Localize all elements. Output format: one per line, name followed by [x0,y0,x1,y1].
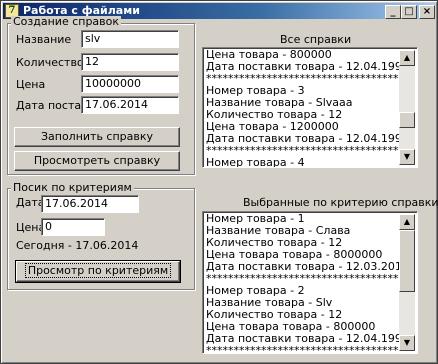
list-item[interactable]: ************************************** [206,73,399,85]
list-item[interactable]: Номер товара - 1 [206,213,399,225]
fill-reference-button[interactable]: Заполнить справку [14,127,180,147]
list-item[interactable]: Цена товара товара - 800000 [206,321,399,333]
all-references-list[interactable]: Цена товара - 800000 Дата поставки товара… [202,47,418,168]
list-item[interactable]: Номер товара - 4 [206,157,399,167]
list-item[interactable]: Цена товара - 1200000 [206,121,399,133]
list-item[interactable]: ************************************** [206,273,399,285]
close-button[interactable]: × [419,5,435,19]
search-date-field[interactable]: 17.06.2014 [41,195,139,213]
scroll-up-icon[interactable]: ▲ [399,50,415,66]
filtered-references-list[interactable]: Номер товара - 1 Название товара - Слава К… [202,211,418,354]
view-reference-button[interactable]: Просмотреть справку [14,151,180,171]
name-label: Название [16,33,72,46]
list-item[interactable]: Номер товара - 3 [206,85,399,97]
list-item[interactable]: Количество товара - 12 [206,237,399,249]
search-price-field[interactable]: 0 [41,218,105,236]
list-item[interactable]: Количество товара - 12 [206,109,399,121]
name-field[interactable]: slv [81,30,179,48]
quantity-label: Количество [16,56,84,69]
price-field[interactable]: 10000000 [81,75,179,93]
all-references-title: Все справки [280,33,352,46]
list-item[interactable]: Название товара - Slvaaa [206,97,399,109]
supply-date-field[interactable]: 17.06.2014 [81,96,179,114]
filtered-references-title: Выбранные по критерию справки [243,196,438,209]
search-by-criteria-button[interactable]: Просмотр по критериям [15,260,181,283]
list-item[interactable]: Цена товара - 800000 [206,49,399,61]
list-item[interactable]: ************************************** [206,145,399,157]
list-item[interactable]: Дата поставки товара - 12.04.1995 [206,61,399,73]
minimize-button[interactable]: _ [385,5,401,19]
list-item[interactable]: Дата поставки товара - 12.04.1995 [206,133,399,145]
list-item[interactable]: Дата поставки товара - 12.04.1995 [206,333,399,345]
list-item[interactable]: Название товара - Slv [206,297,399,309]
search-group-title: Посик по критериям [11,181,134,194]
scroll-down-icon[interactable]: ▼ [399,149,415,165]
list-item[interactable]: ************************************** [206,345,399,353]
scroll-thumb[interactable] [399,112,415,128]
scroll-up-icon[interactable]: ▲ [399,214,415,230]
list-item[interactable]: Название товара - Слава [206,225,399,237]
list-item[interactable]: Цена товара товара - 8000000 [206,249,399,261]
list-item[interactable]: Номер товара - 2 [206,285,399,297]
today-date-label: Сегодня - 17.06.2014 [16,239,139,252]
list-item[interactable]: Количество товара - 12 [206,309,399,321]
filtered-references-scrollbar[interactable]: ▲ ▼ [399,214,415,351]
scroll-thumb[interactable] [399,230,415,292]
create-group-title: Создание справок [11,15,122,28]
all-references-scrollbar[interactable]: ▲ ▼ [399,50,415,165]
main-window: 7 Работа с файлами _ □ × Создание справо… [0,0,438,364]
search-by-criteria-label: Просмотр по критериям [24,263,172,278]
maximize-button[interactable]: □ [401,5,417,19]
list-item[interactable]: Дата поставки товара - 12.03.2014 [206,261,399,273]
price-label: Цена [16,78,46,91]
quantity-field[interactable]: 12 [81,53,179,71]
scroll-down-icon[interactable]: ▼ [399,335,415,351]
